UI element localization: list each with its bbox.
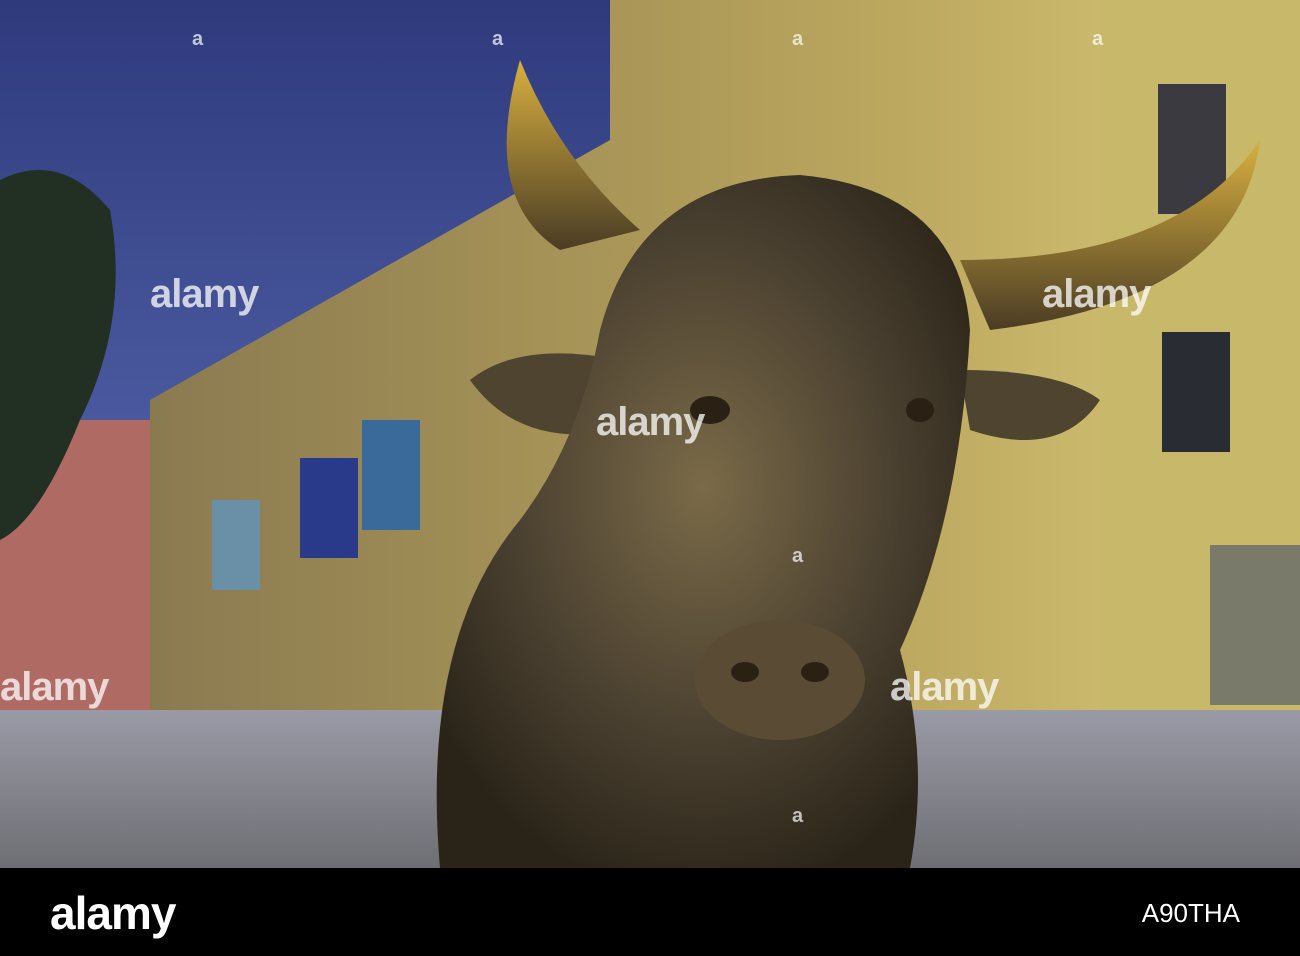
watermark-mark: a — [792, 805, 804, 827]
watermark: alamy — [0, 665, 109, 709]
watermark-mark: a — [192, 28, 204, 50]
watermark: alamy — [596, 400, 705, 444]
watermark-mark: a — [492, 28, 504, 50]
watermark: alamy — [890, 665, 999, 709]
watermark-mark: a — [792, 545, 804, 567]
watermark-mark: a — [792, 28, 804, 50]
flag — [212, 500, 260, 590]
stock-photo: alamy alamy alamy alamy alamy a a a a a … — [0, 0, 1300, 956]
footer-bar: alamy A90THA — [0, 868, 1300, 956]
watermark-mark: a — [1092, 28, 1104, 50]
window — [1162, 332, 1230, 452]
image-id: A90THA — [1141, 898, 1240, 928]
watermark: alamy — [150, 272, 259, 316]
flag — [362, 420, 420, 530]
flag — [300, 458, 358, 558]
doorway — [1210, 545, 1300, 705]
watermark: alamy — [1042, 272, 1151, 316]
alamy-logo: alamy — [50, 887, 176, 939]
